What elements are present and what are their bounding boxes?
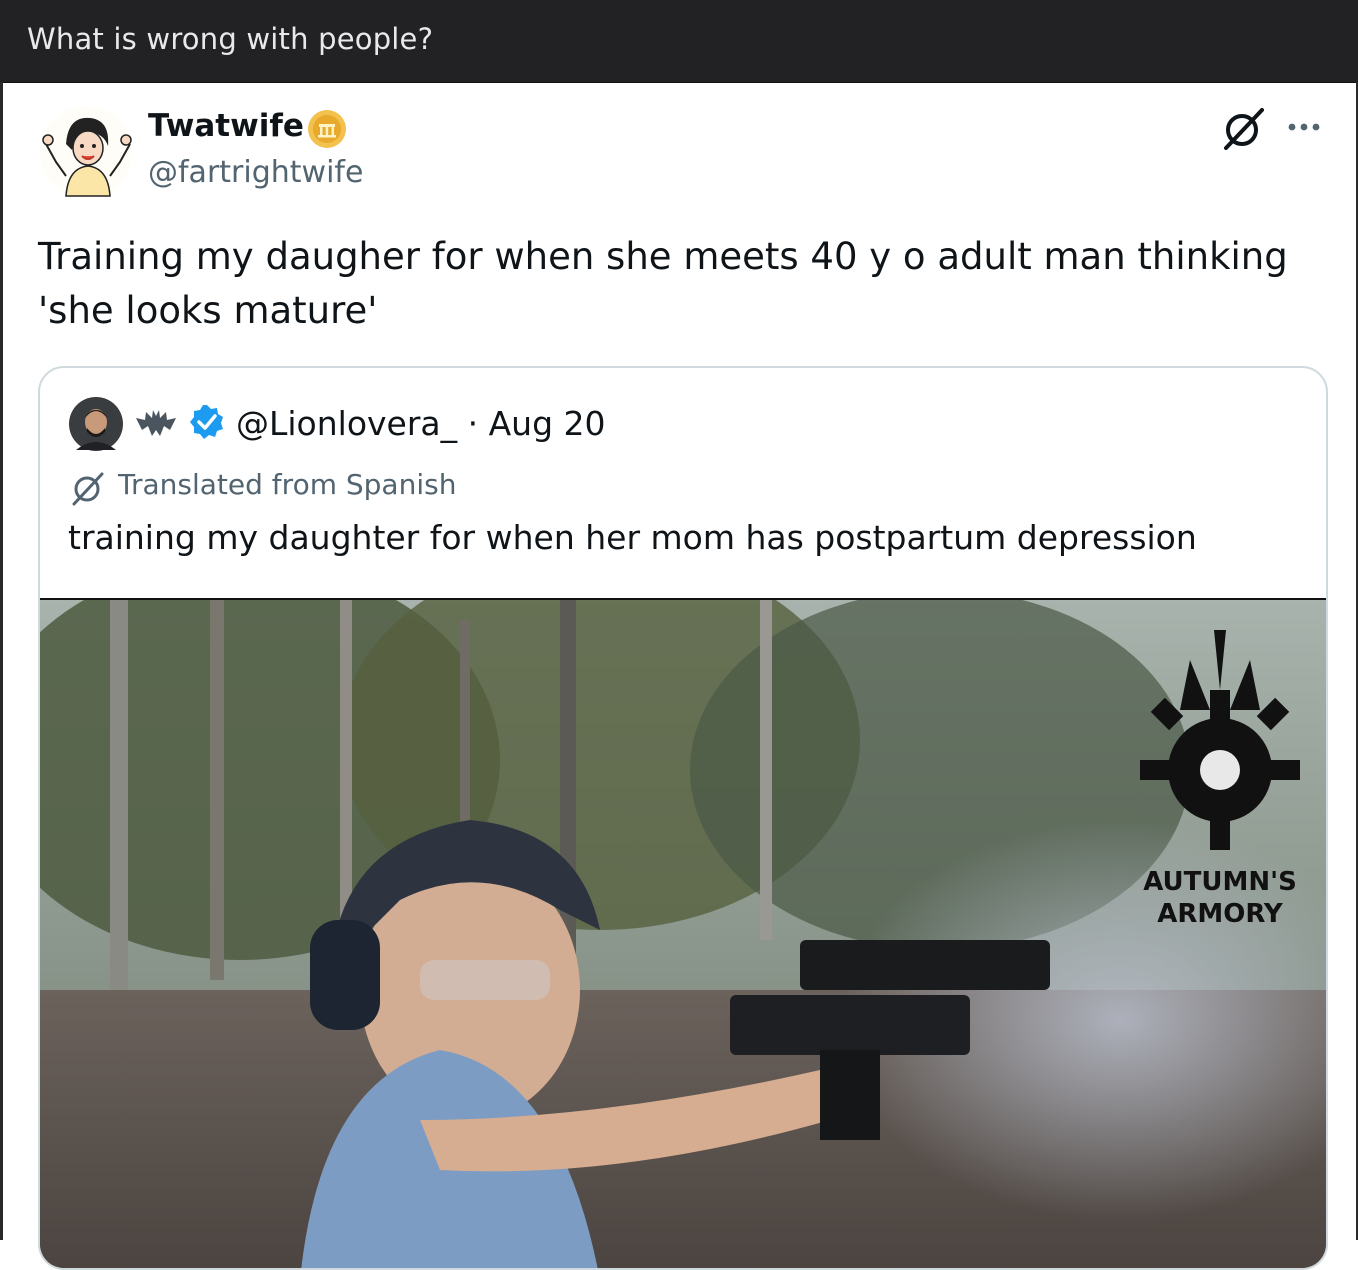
author-handle[interactable]: @fartrightwife bbox=[148, 155, 363, 190]
bat-emoji-icon bbox=[134, 408, 178, 440]
post-title: What is wrong with people? bbox=[27, 22, 434, 56]
post-title-bar: What is wrong with people? bbox=[0, 0, 1358, 83]
translate-icon bbox=[70, 470, 106, 506]
gold-verified-badge-icon[interactable] bbox=[306, 108, 348, 150]
quoted-media-video-thumbnail[interactable]: AUTUMN'S ARMORY bbox=[40, 550, 1326, 1268]
watermark-line1: AUTUMN'S bbox=[1143, 867, 1297, 897]
watermark-line2: ARMORY bbox=[1157, 899, 1284, 929]
frame-left-border bbox=[0, 82, 3, 1240]
translated-from-label[interactable]: Translated from Spanish bbox=[118, 468, 456, 501]
more-dots-icon[interactable] bbox=[1284, 112, 1324, 142]
quoted-author-avatar[interactable] bbox=[68, 396, 124, 452]
quoted-tweet-card[interactable]: @Lionlovera_ · Aug 20 Translated from Sp… bbox=[38, 366, 1328, 1270]
quoted-tweet-text: training my daughter for when her mom ha… bbox=[68, 518, 1197, 557]
blue-verified-badge-icon[interactable] bbox=[188, 403, 226, 441]
grok-icon[interactable] bbox=[1220, 104, 1268, 152]
author-display-name[interactable]: Twatwife bbox=[148, 108, 304, 144]
quoted-handle-and-date[interactable]: @Lionlovera_ · Aug 20 bbox=[236, 404, 606, 443]
tweet-text: Training my daugher for when she meets 4… bbox=[38, 235, 1288, 332]
author-avatar[interactable] bbox=[38, 104, 134, 200]
